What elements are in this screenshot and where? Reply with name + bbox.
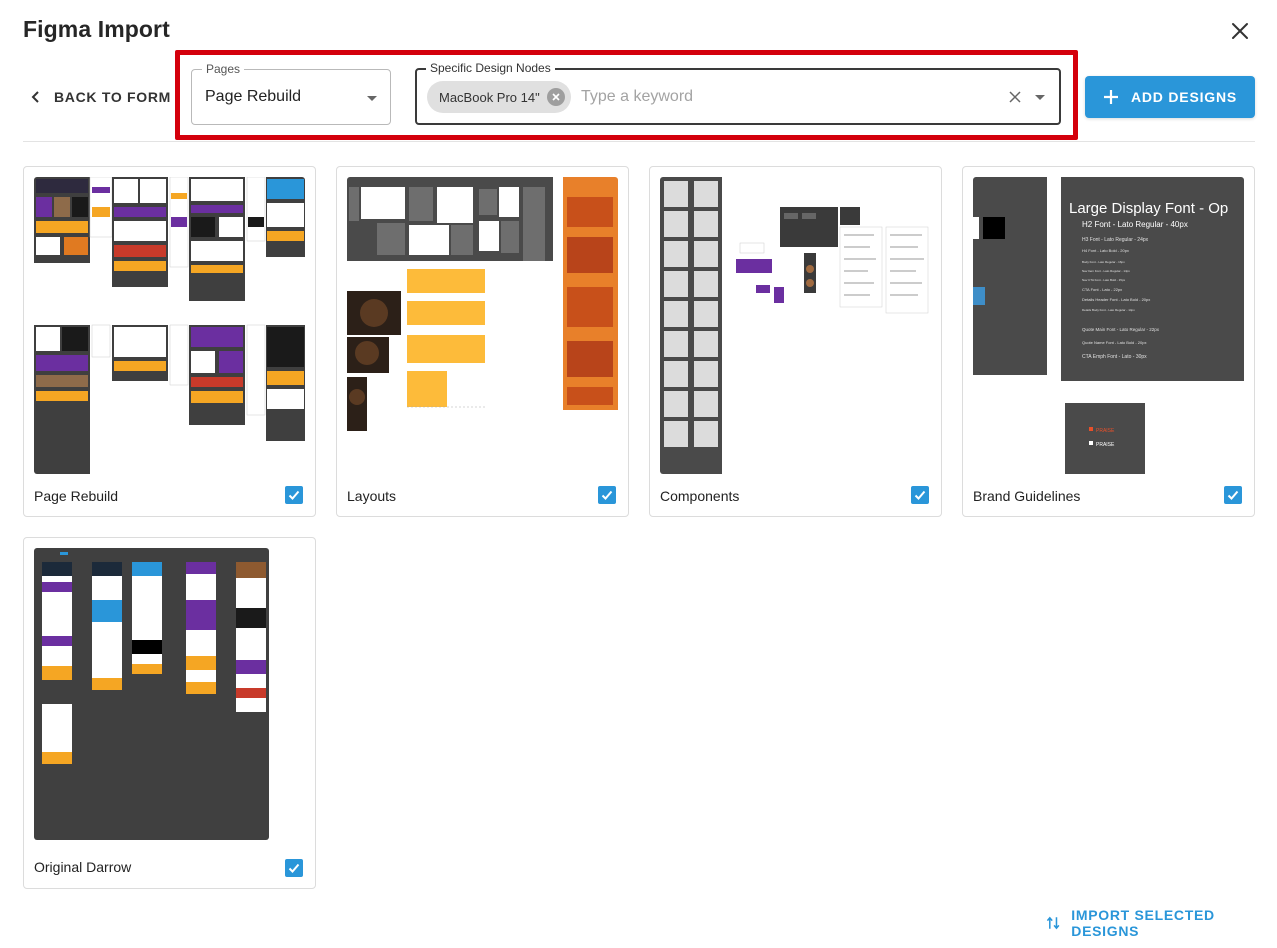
- card-name: Brand Guidelines: [973, 488, 1081, 504]
- card-name: Layouts: [347, 488, 397, 504]
- node-chip: MacBook Pro 14": [427, 81, 571, 113]
- chip-remove-icon[interactable]: [546, 88, 565, 106]
- brand-line: H3 Font - Lato Regular - 24px: [1082, 237, 1149, 243]
- pages-select[interactable]: Pages Page Rebuild: [191, 62, 391, 125]
- brand-heading-text: Large Display Font - Op: [1069, 200, 1228, 217]
- back-to-form-label: BACK TO FORM: [54, 89, 172, 105]
- plus-icon: [1103, 90, 1118, 104]
- design-card-page-rebuild[interactable]: Page Rebuild: [23, 166, 316, 517]
- brand-logo-text: PRAISE: [1096, 428, 1115, 434]
- design-card-original-darrow[interactable]: Original Darrow: [23, 537, 316, 889]
- add-designs-label: ADD DESIGNS: [1130, 89, 1238, 105]
- design-card-brand-guidelines[interactable]: Large Display Font - Op H2 Font - Lato R…: [962, 166, 1255, 517]
- page-rebuild-preview: [34, 177, 305, 474]
- back-to-form-button[interactable]: BACK TO FORM: [28, 84, 171, 110]
- design-card-layouts[interactable]: Layouts: [336, 166, 629, 517]
- card-checkbox[interactable]: [285, 859, 303, 877]
- card-checkbox[interactable]: [911, 486, 929, 504]
- brand-h2-text: H2 Font - Lato Regular - 40px: [1082, 220, 1188, 229]
- components-thumbnail: [660, 177, 931, 474]
- checkmark-icon: [914, 490, 926, 500]
- original-darrow-thumbnail: [34, 548, 269, 840]
- import-arrows-icon: [1046, 916, 1060, 930]
- brand-guidelines-thumbnail: Large Display Font - Op H2 Font - Lato R…: [973, 177, 1244, 474]
- brand-line: Quote Name Font - Lato Bold - 20px: [1082, 340, 1146, 345]
- brand-line: Details Header Font - Lato Bold - 20px: [1082, 297, 1150, 302]
- card-name: Page Rebuild: [34, 488, 119, 504]
- original-darrow-preview: [34, 548, 269, 840]
- design-nodes-field[interactable]: Specific Design Nodes MacBook Pro 14": [415, 61, 1061, 125]
- pages-value: Page Rebuild: [205, 88, 302, 105]
- card-checkbox[interactable]: [285, 486, 303, 504]
- page-rebuild-thumbnail: [34, 177, 305, 474]
- checkmark-icon: [601, 490, 613, 500]
- close-icon[interactable]: [1227, 18, 1253, 44]
- brand-logo-text: PRAISE: [1096, 442, 1115, 448]
- checkmark-icon: [288, 863, 300, 873]
- chevron-left-icon: [31, 91, 39, 103]
- brand-line: H4 Font - Lato Bold - 20px: [1082, 248, 1129, 253]
- checkmark-icon: [1227, 490, 1239, 500]
- clear-icon[interactable]: [1007, 89, 1023, 105]
- import-selected-designs-label: IMPORT SELECTED DESIGNS: [1071, 907, 1215, 939]
- card-name: Original Darrow: [34, 859, 132, 875]
- keyword-input[interactable]: [581, 85, 981, 109]
- dropdown-arrow-icon[interactable]: [367, 96, 377, 101]
- brand-line: Nav CTA Font - Lato Bold - 15px: [1082, 278, 1126, 282]
- layouts-thumbnail: [347, 177, 618, 474]
- pages-label: Pages: [202, 62, 245, 76]
- design-card-components[interactable]: Components: [649, 166, 942, 517]
- node-chip-label: MacBook Pro 14": [439, 89, 540, 105]
- card-checkbox[interactable]: [1224, 486, 1242, 504]
- components-preview: [660, 177, 929, 474]
- brand-line: Details Body Font - Lato Regular - 14px: [1082, 308, 1135, 312]
- import-selected-designs-button[interactable]: IMPORT SELECTED DESIGNS: [1046, 907, 1277, 939]
- divider: [23, 141, 1255, 142]
- brand-line: Quote Main Font - Lato Regular - 22px: [1082, 327, 1160, 332]
- checkmark-icon: [288, 490, 300, 500]
- design-nodes-label: Specific Design Nodes: [426, 61, 555, 75]
- card-checkbox[interactable]: [598, 486, 616, 504]
- layouts-preview: [347, 177, 618, 431]
- card-name: Components: [660, 488, 740, 504]
- add-designs-button[interactable]: ADD DESIGNS: [1085, 76, 1255, 118]
- brand-line: Nav Item Font - Lato Regular - 14px: [1082, 269, 1130, 273]
- dialog-title: Figma Import: [23, 16, 170, 42]
- dropdown-arrow-icon[interactable]: [1035, 95, 1045, 100]
- brand-line: CTA Font - Lato - 22px: [1082, 287, 1122, 292]
- brand-line: CTA Emph Font - Lato - 30px: [1082, 354, 1147, 360]
- brand-line: Body Font - Lato Regular - 16px: [1082, 260, 1125, 264]
- brand-guidelines-preview: Large Display Font - Op H2 Font - Lato R…: [973, 177, 1244, 474]
